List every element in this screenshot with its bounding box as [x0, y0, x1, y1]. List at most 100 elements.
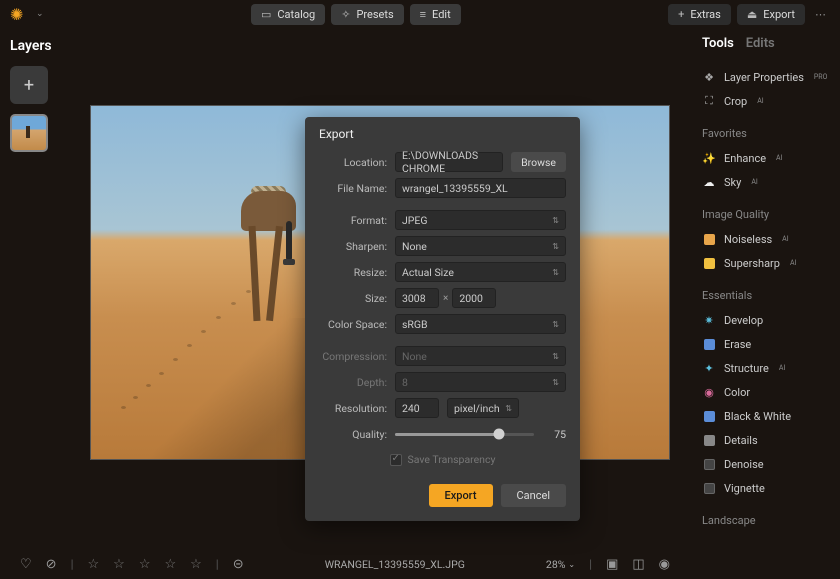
heart-icon[interactable]: ♡	[20, 557, 32, 572]
tool-structure[interactable]: ✦ Structure AI	[702, 356, 828, 380]
location-label: Location:	[319, 156, 387, 169]
tool-bw[interactable]: Black & White	[702, 404, 828, 428]
tool-crop[interactable]: ⛶ Crop AI	[702, 89, 828, 113]
right-panel: Tools Edits ❖ Layer Properties PRO ⛶ Cro…	[690, 28, 840, 568]
quality-slider[interactable]	[395, 424, 534, 444]
filename-label: File Name:	[319, 182, 387, 195]
tool-supersharp[interactable]: Supersharp AI	[702, 251, 828, 275]
edit-button[interactable]: ≡ Edit	[410, 4, 461, 25]
layers-title: Layers	[10, 38, 80, 54]
resolution-unit-select[interactable]: pixel/inch ⇅	[447, 398, 519, 418]
app-menu-caret-icon[interactable]: ⌄	[36, 9, 44, 19]
catalog-button[interactable]: ▭ Catalog	[251, 4, 325, 25]
tool-erase[interactable]: Erase	[702, 332, 828, 356]
height-input[interactable]: 2000	[452, 288, 496, 308]
presets-button[interactable]: ✧ Presets	[331, 4, 403, 25]
tool-layer-properties[interactable]: ❖ Layer Properties PRO	[702, 65, 828, 89]
tool-details[interactable]: Details	[702, 428, 828, 452]
section-favorites: Favorites	[702, 127, 828, 140]
chevron-updown-icon: ⇅	[552, 352, 559, 361]
export-dialog: Export Location: E:\DOWNLOADS CHROME Bro…	[305, 117, 580, 521]
sparkle-icon: ✧	[341, 8, 350, 21]
layers-icon: ❖	[702, 70, 716, 84]
zoom-display[interactable]: 28% ⌄	[546, 558, 575, 571]
size-label: Size:	[319, 292, 387, 305]
sharpen-label: Sharpen:	[319, 240, 387, 253]
compression-select: None ⇅	[395, 346, 566, 366]
star-icon[interactable]: ☆	[139, 557, 151, 572]
section-essentials: Essentials	[702, 289, 828, 302]
cancel-button[interactable]: Cancel	[501, 484, 566, 507]
compression-label: Compression:	[319, 350, 387, 363]
color-tag-icon[interactable]: ⊝	[233, 557, 244, 572]
location-input[interactable]: E:\DOWNLOADS CHROME	[395, 152, 503, 172]
tab-tools[interactable]: Tools	[702, 36, 734, 51]
extras-label: Extras	[690, 8, 720, 21]
color-icon: ◉	[702, 385, 716, 399]
resize-select[interactable]: Actual Size ⇅	[395, 262, 566, 282]
sharpen-select[interactable]: None ⇅	[395, 236, 566, 256]
export-top-button[interactable]: ⏏ Export	[737, 4, 805, 25]
format-label: Format:	[319, 214, 387, 227]
star-icon[interactable]: ☆	[190, 557, 202, 572]
bottombar: ♡ ⊘ | ☆ ☆ ☆ ☆ ☆ | ⊝ WRANGEL_13395559_XL.…	[0, 549, 690, 579]
plus-icon: +	[678, 8, 684, 21]
export-confirm-button[interactable]: Export	[429, 484, 493, 507]
cloud-icon: ☁	[702, 175, 716, 189]
sliders-icon: ≡	[420, 8, 426, 21]
tool-sky[interactable]: ☁ Sky AI	[702, 170, 828, 194]
size-x: ×	[443, 293, 448, 304]
colorspace-select[interactable]: sRGB ⇅	[395, 314, 566, 334]
resolution-input[interactable]: 240	[395, 398, 439, 418]
folder-icon: ▭	[261, 8, 271, 21]
save-transparency-label: Save Transparency	[408, 453, 496, 466]
format-select[interactable]: JPEG ⇅	[395, 210, 566, 230]
presets-label: Presets	[356, 8, 393, 21]
chevron-updown-icon: ⇅	[552, 378, 559, 387]
structure-icon: ✦	[702, 361, 716, 375]
star-icon[interactable]: ☆	[88, 557, 100, 572]
star-icon[interactable]: ☆	[164, 557, 176, 572]
more-icon[interactable]: ⋯	[811, 8, 830, 21]
tool-vignette[interactable]: Vignette	[702, 476, 828, 500]
star-icon[interactable]: ☆	[113, 557, 125, 572]
erase-icon	[702, 337, 716, 351]
tool-develop[interactable]: ✷ Develop	[702, 308, 828, 332]
reject-icon[interactable]: ⊘	[46, 557, 57, 572]
crop-icon: ⛶	[702, 94, 716, 108]
topbar: ✺ ⌄ ▭ Catalog ✧ Presets ≡ Edit + Extras …	[0, 0, 840, 28]
layer-thumb[interactable]	[10, 114, 48, 152]
chevron-updown-icon: ⇅	[552, 268, 559, 277]
add-layer-button[interactable]: +	[10, 66, 48, 104]
chevron-updown-icon: ⇅	[552, 216, 559, 225]
resolution-label: Resolution:	[319, 402, 387, 415]
tool-enhance[interactable]: ✨ Enhance AI	[702, 146, 828, 170]
tool-noiseless[interactable]: Noiseless AI	[702, 227, 828, 251]
app-logo-icon[interactable]: ✺	[10, 5, 28, 23]
plus-icon: +	[24, 75, 34, 96]
chevron-updown-icon: ⇅	[552, 320, 559, 329]
extras-button[interactable]: + Extras	[668, 4, 731, 25]
left-panel: Layers +	[0, 28, 90, 162]
split-icon[interactable]: ◫	[632, 557, 644, 572]
preview-icon[interactable]: ◉	[659, 557, 670, 572]
depth-label: Depth:	[319, 376, 387, 389]
sparkle-icon: ✨	[702, 151, 716, 165]
chevron-updown-icon: ⇅	[552, 242, 559, 251]
depth-select: 8 ⇅	[395, 372, 566, 392]
filename-input[interactable]: wrangel_13395559_XL	[395, 178, 566, 198]
details-icon	[702, 433, 716, 447]
tab-edits[interactable]: Edits	[746, 36, 775, 51]
noiseless-icon	[702, 232, 716, 246]
dialog-title: Export	[305, 117, 580, 149]
quality-label: Quality:	[319, 428, 387, 441]
tool-denoise[interactable]: Denoise	[702, 452, 828, 476]
tool-color[interactable]: ◉ Color	[702, 380, 828, 404]
browse-button[interactable]: Browse	[511, 152, 566, 172]
width-input[interactable]: 3008	[395, 288, 439, 308]
compare-icon[interactable]: ▣	[606, 557, 618, 572]
vignette-icon	[702, 481, 716, 495]
catalog-label: Catalog	[277, 8, 315, 21]
upload-icon: ⏏	[747, 8, 757, 21]
export-label: Export	[763, 8, 795, 21]
